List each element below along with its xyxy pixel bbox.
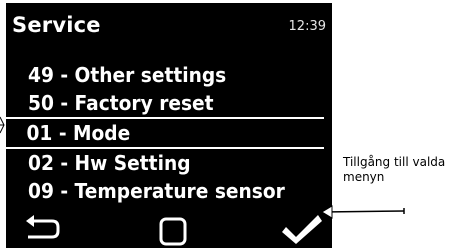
annotation-line-1: Tillgång till valda (343, 155, 446, 169)
annotation-line-2: menyn (343, 170, 385, 184)
arrow-line (321, 210, 405, 213)
arrow-head-icon (321, 205, 333, 219)
annotation-pointers (0, 116, 405, 219)
annotation-text: Tillgång till valda menyn (343, 155, 473, 185)
